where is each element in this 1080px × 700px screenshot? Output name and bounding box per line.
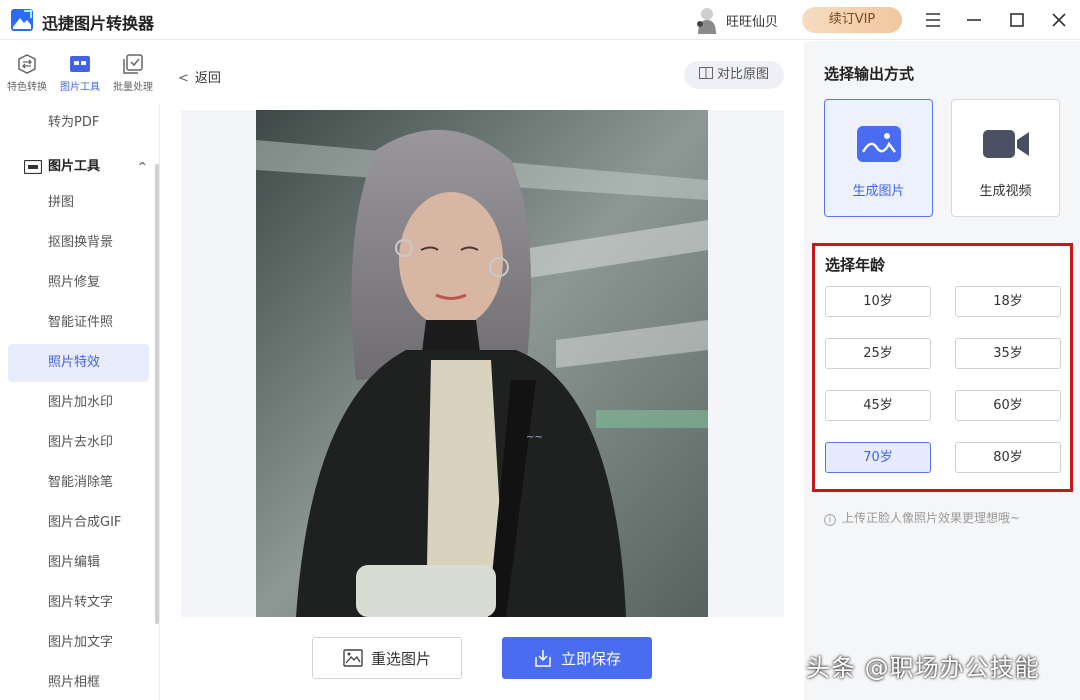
sidebar-item-to-pdf[interactable]: 转为PDF	[8, 104, 149, 142]
image-tools-icon	[24, 160, 42, 174]
sidebar: 转为PDF 图片工具 ^ 拼图 抠图换背景 照片修复 智能证件照 照片特效 图片…	[0, 104, 160, 700]
age-heading: 选择年龄	[825, 256, 886, 274]
rail-label: 特色转换	[7, 82, 47, 93]
minimize-icon[interactable]	[962, 8, 986, 32]
watermark: 头条 @职场办公技能	[806, 654, 1040, 682]
rail-image-tools[interactable]: 图片工具	[55, 53, 105, 93]
age-option-selected[interactable]: 70岁	[825, 442, 931, 473]
video-camera-icon	[983, 130, 1029, 158]
avatar[interactable]	[692, 6, 718, 36]
output-option-label: 生成图片	[852, 184, 905, 199]
rail-label: 批量处理	[113, 82, 153, 93]
image-tools-icon	[70, 56, 90, 72]
image-canvas: ~~	[181, 110, 784, 617]
reselect-label: 重选图片	[370, 649, 431, 668]
compare-icon	[698, 67, 713, 79]
rail-special-convert[interactable]: 特色转换	[2, 53, 52, 93]
sidebar-item[interactable]: 照片相框	[8, 664, 149, 700]
age-option[interactable]: 80岁	[955, 442, 1061, 473]
back-button[interactable]: < 返回	[178, 67, 221, 86]
rail-label: 图片工具	[60, 82, 100, 93]
compare-label: 对比原图	[716, 67, 769, 82]
rail-batch[interactable]: 批量处理	[108, 53, 158, 93]
save-now-button[interactable]: 立即保存	[502, 637, 652, 679]
sidebar-item[interactable]: 拼图	[8, 184, 149, 222]
output-option-image[interactable]: 生成图片	[824, 99, 933, 217]
chevron-up-icon[interactable]: ^	[138, 148, 147, 186]
tip-text: 上传正脸人像照片效果更理想哦~	[842, 511, 1021, 525]
compare-original-button[interactable]: 对比原图	[684, 61, 784, 89]
sidebar-item[interactable]: 智能证件照	[8, 304, 149, 342]
back-label: 返回	[194, 71, 221, 86]
age-option[interactable]: 35岁	[955, 338, 1061, 369]
sidebar-group-label: 图片工具	[48, 159, 101, 174]
username[interactable]: 旺旺仙贝	[726, 11, 778, 30]
renew-vip-button[interactable]: 续订VIP	[802, 7, 902, 33]
upload-tip: i 上传正脸人像照片效果更理想哦~	[824, 509, 1020, 526]
age-option[interactable]: 60岁	[955, 390, 1061, 421]
maximize-icon[interactable]	[1005, 8, 1029, 32]
image-icon	[343, 649, 363, 667]
sidebar-group-image-tools[interactable]: 图片工具 ^	[8, 148, 149, 186]
batch-icon	[123, 54, 143, 74]
preview-photo: ~~	[256, 110, 708, 617]
convert-icon	[18, 54, 36, 74]
sidebar-item[interactable]: 图片转文字	[8, 584, 149, 622]
sidebar-item[interactable]: 图片加水印	[8, 384, 149, 422]
sidebar-item[interactable]: 抠图换背景	[8, 224, 149, 262]
age-selector: 选择年龄 10岁 18岁 25岁 35岁 45岁 60岁 70岁 80岁	[812, 243, 1073, 492]
title-bar: 迅捷图片转换器 旺旺仙贝 续订VIP	[0, 0, 1080, 40]
sidebar-scrollbar[interactable]	[155, 164, 159, 624]
sidebar-item[interactable]: 图片加文字	[8, 624, 149, 662]
age-option[interactable]: 25岁	[825, 338, 931, 369]
save-label: 立即保存	[560, 649, 621, 668]
app-title: 迅捷图片转换器	[42, 14, 155, 33]
age-option[interactable]: 10岁	[825, 286, 931, 317]
feature-rail: 特色转换 图片工具 批量处理	[0, 41, 160, 101]
sidebar-item[interactable]: 图片合成GIF	[8, 504, 149, 542]
sidebar-item[interactable]: 图片编辑	[8, 544, 149, 582]
reselect-image-button[interactable]: 重选图片	[312, 637, 462, 679]
app-logo-icon	[11, 9, 33, 31]
sidebar-item[interactable]: 照片修复	[8, 264, 149, 302]
sidebar-item[interactable]: 图片去水印	[8, 424, 149, 462]
output-heading: 选择输出方式	[824, 65, 915, 83]
image-icon	[857, 126, 901, 162]
output-option-video[interactable]: 生成视频	[951, 99, 1060, 217]
settings-panel: 选择输出方式 生成图片 生成视频 选择年龄 10岁 18岁 25岁 35岁 45…	[804, 41, 1080, 700]
info-icon: i	[824, 514, 836, 526]
output-option-label: 生成视频	[979, 184, 1032, 199]
sidebar-item[interactable]: 智能消除笔	[8, 464, 149, 502]
age-option[interactable]: 18岁	[955, 286, 1061, 317]
age-option[interactable]: 45岁	[825, 390, 931, 421]
main-panel: < 返回 对比原图 ~~ 重选图片 立即保存	[160, 41, 804, 700]
sidebar-item-photo-effects[interactable]: 照片特效	[8, 344, 149, 382]
chevron-left-icon: <	[178, 71, 189, 86]
close-icon[interactable]	[1047, 8, 1071, 32]
download-icon	[535, 650, 551, 667]
svg-text:~~: ~~	[526, 432, 543, 443]
menu-icon[interactable]	[921, 8, 945, 32]
